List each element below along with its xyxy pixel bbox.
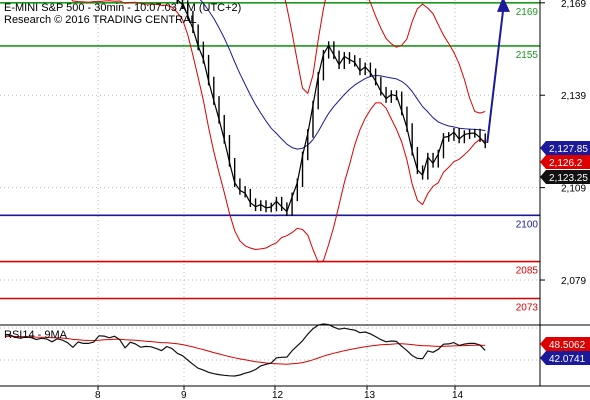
value-tag: 2,127.85 (540, 141, 590, 155)
price-level-label: 2155 (516, 50, 539, 61)
price-level-label: 2073 (516, 303, 539, 314)
value-tag: 48.5062 (540, 337, 590, 351)
chart-copyright: Research © 2016 TRADING CENTRAL (4, 14, 197, 26)
value-tag-label: 2,126.2 (549, 158, 583, 169)
x-tick-label: 14 (452, 390, 464, 400)
x-tick-label: 8 (95, 390, 101, 400)
value-tag: 42.0741 (540, 351, 590, 365)
x-tick-label: 13 (364, 390, 376, 400)
value-tag-label: 2,127.85 (549, 144, 588, 155)
value-tag: 2,126.2 (540, 155, 590, 169)
value-tag-label: 48.5062 (549, 340, 586, 351)
price-level-label: 2085 (516, 266, 539, 277)
y-tick-label: 2,109 (561, 184, 586, 195)
y-tick-label: 2,169 (561, 0, 586, 10)
y-tick-label: 2,139 (561, 91, 586, 102)
rsi-panel-label: RSI14 - 9MA (4, 329, 68, 341)
value-tag-label: 2,123.25 (549, 173, 588, 184)
price-level-label: 2169 (516, 7, 539, 18)
x-tick-label: 12 (272, 390, 284, 400)
price-level-label: 2100 (516, 219, 539, 230)
x-tick-label: 9 (181, 390, 187, 400)
value-tag-label: 42.0741 (549, 354, 586, 365)
chart-title: E-MINI S&P 500 - 30min - 10:07:03 AM (UT… (4, 2, 241, 14)
value-tag: 2,123.25 (540, 170, 590, 184)
y-tick-label: 2,079 (561, 276, 586, 287)
chart: 217621692155210020852073 89121314 2,1692… (0, 0, 590, 400)
